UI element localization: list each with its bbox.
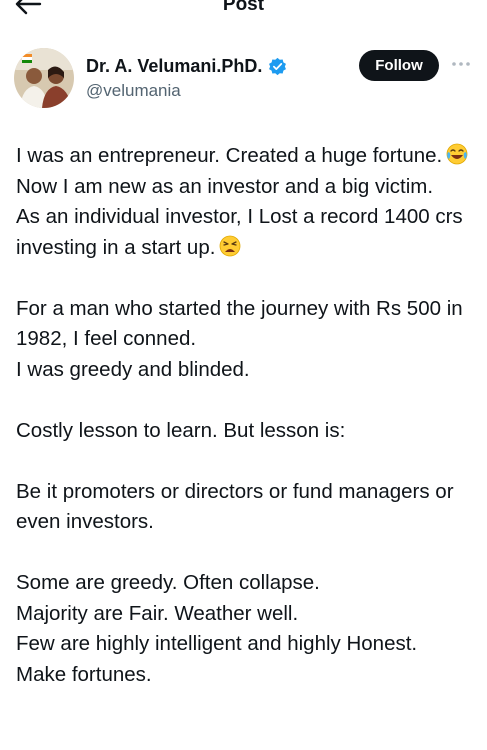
- post-line: As an individual investor, I Lost a reco…: [16, 205, 463, 259]
- face-with-tears-of-joy-icon: [446, 143, 468, 165]
- weary-face-icon: [220, 235, 241, 256]
- post-line: Costly lesson to learn. But lesson is:: [16, 418, 346, 442]
- post-author: Dr. A. Velumani.PhD. @velumania Follow: [14, 48, 474, 110]
- post-line: Be it promoters or directors or fund man…: [16, 479, 454, 534]
- post-line: Some are greedy. Often collapse.: [16, 571, 320, 594]
- post-line: Make fortunes.: [16, 662, 152, 686]
- name-row: Dr. A. Velumani.PhD.: [86, 56, 287, 77]
- top-bar: Post: [0, 0, 487, 28]
- post-text: I was an entrepreneur. Created a huge fo…: [16, 141, 481, 690]
- page-title: Post: [222, 0, 265, 15]
- author-handle[interactable]: @velumania: [86, 81, 181, 101]
- post-line: Few are highly intelligent and highly Ho…: [16, 632, 418, 655]
- verified-badge-icon[interactable]: [268, 57, 287, 76]
- post-line: Majority are Fair. Weather well.: [16, 601, 299, 625]
- post-line: I was greedy and blinded.: [16, 357, 250, 381]
- post-line: Now I am new as an investor and a big vi…: [16, 174, 434, 198]
- more-options-icon[interactable]: [450, 56, 472, 72]
- post-line: For a man who started the journey with R…: [16, 296, 463, 351]
- avatar[interactable]: [14, 48, 74, 108]
- post-line: I was an entrepreneur. Created a huge fo…: [16, 141, 481, 172]
- author-display-name[interactable]: Dr. A. Velumani.PhD.: [86, 56, 262, 77]
- follow-button[interactable]: Follow: [359, 50, 439, 81]
